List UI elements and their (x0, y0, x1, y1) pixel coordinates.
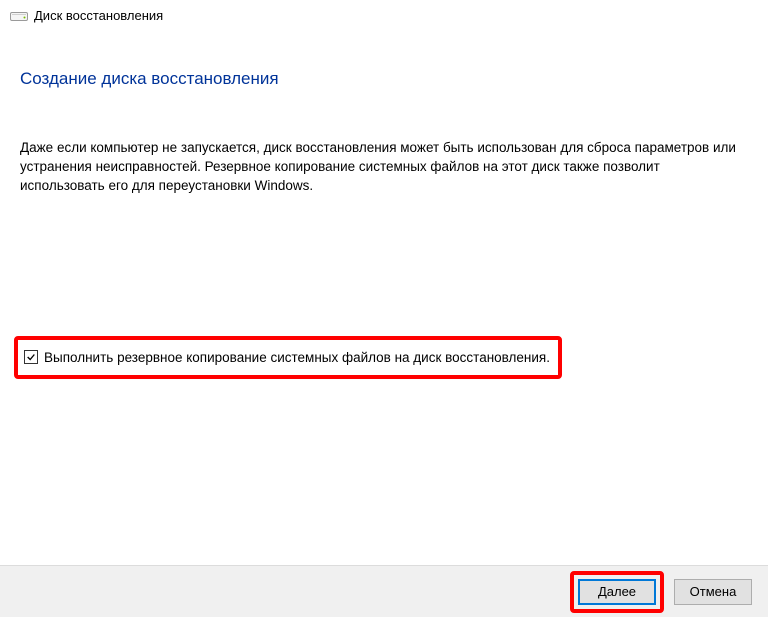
page-description: Даже если компьютер не запускается, диск… (20, 139, 746, 196)
cancel-button[interactable]: Отмена (674, 579, 752, 605)
backup-checkbox-label: Выполнить резервное копирование системны… (44, 350, 550, 365)
footer-bar: Далее Отмена (0, 565, 768, 617)
content-area: Создание диска восстановления Даже если … (0, 29, 768, 379)
backup-checkbox[interactable] (24, 350, 38, 364)
window-title: Диск восстановления (34, 8, 163, 23)
window-header: Диск восстановления (0, 0, 768, 29)
next-button[interactable]: Далее (578, 579, 656, 605)
drive-icon (10, 9, 28, 23)
page-heading: Создание диска восстановления (20, 69, 746, 89)
checkmark-icon (26, 352, 36, 362)
next-button-highlight: Далее (570, 571, 664, 613)
backup-checkbox-row[interactable]: Выполнить резервное копирование системны… (24, 350, 550, 365)
checkbox-highlight: Выполнить резервное копирование системны… (14, 336, 562, 379)
